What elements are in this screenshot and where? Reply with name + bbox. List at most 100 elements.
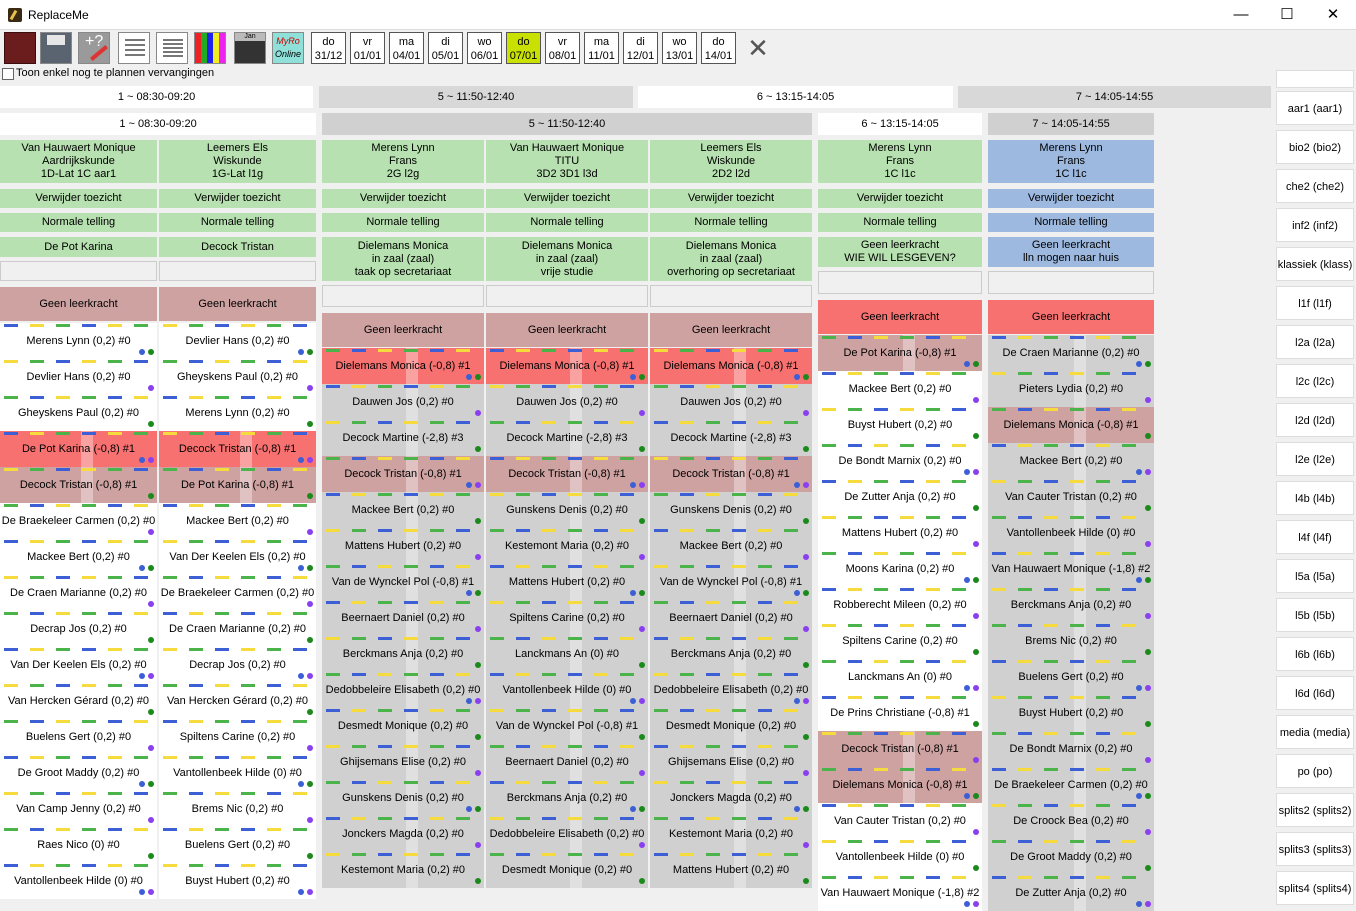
candidate-teacher[interactable]: Van Hercken Gérard (0,2) #0 xyxy=(0,683,157,719)
candidate-teacher[interactable]: Pieters Lydia (0,2) #0 xyxy=(988,371,1154,407)
no-teacher-option[interactable]: Geen leerkracht xyxy=(159,287,316,321)
candidate-teacher[interactable]: Gunskens Denis (0,2) #0 xyxy=(486,492,648,528)
remove-supervision-button[interactable]: Verwijder toezicht xyxy=(818,189,982,208)
candidate-teacher[interactable]: Decock Tristan (-0,8) #1 xyxy=(650,456,812,492)
calendar-icon[interactable]: Jan xyxy=(234,32,266,64)
candidate-teacher[interactable]: Mackee Bert (0,2) #0 xyxy=(322,492,484,528)
filter-checkbox[interactable] xyxy=(2,68,14,80)
no-teacher-option[interactable]: Geen leerkracht xyxy=(322,313,484,347)
lesson-info[interactable]: Merens Lynn Frans 1C l1c xyxy=(818,140,982,183)
day-button[interactable]: do 14/01 xyxy=(701,32,736,64)
candidate-teacher[interactable]: Kestemont Maria (0,2) #0 xyxy=(486,528,648,564)
class-button[interactable]: l2c (l2c) xyxy=(1276,364,1354,398)
candidate-teacher[interactable]: Vantollenbeek Hilde (0) #0 xyxy=(486,672,648,708)
day-button[interactable]: wo 13/01 xyxy=(662,32,697,64)
candidate-teacher[interactable]: De Zutter Anja (0,2) #0 xyxy=(818,479,982,515)
replacement-info[interactable]: Geen leerkracht lln mogen naar huis xyxy=(988,237,1154,267)
candidate-teacher[interactable]: Dauwen Jos (0,2) #0 xyxy=(650,384,812,420)
remove-supervision-button[interactable]: Verwijder toezicht xyxy=(159,189,316,208)
candidate-teacher[interactable]: Buelens Gert (0,2) #0 xyxy=(988,659,1154,695)
minimize-button[interactable]: — xyxy=(1218,0,1264,30)
class-button[interactable]: l5a (l5a) xyxy=(1276,559,1354,593)
candidate-teacher[interactable]: Mattens Hubert (0,2) #0 xyxy=(650,852,812,888)
candidate-teacher[interactable]: De Craen Marianne (0,2) #0 xyxy=(159,611,316,647)
candidate-teacher[interactable]: De Pot Karina (-0,8) #1 xyxy=(159,467,316,503)
candidate-teacher[interactable]: Vantollenbeek Hilde (0) #0 xyxy=(159,755,316,791)
class-button[interactable]: aar1 (aar1) xyxy=(1276,91,1354,125)
no-teacher-option[interactable]: Geen leerkracht xyxy=(818,300,982,334)
class-button[interactable]: l5b (l5b) xyxy=(1276,598,1354,632)
day-button[interactable]: do 31/12 xyxy=(311,32,346,64)
candidate-teacher[interactable]: De Bondt Marnix (0,2) #0 xyxy=(818,443,982,479)
candidate-teacher[interactable]: Dielemans Monica (-0,8) #1 xyxy=(322,348,484,384)
candidate-teacher[interactable]: Mattens Hubert (0,2) #0 xyxy=(322,528,484,564)
remove-supervision-button[interactable]: Verwijder toezicht xyxy=(650,189,812,208)
count-mode-button[interactable]: Normale telling xyxy=(159,213,316,232)
candidate-teacher[interactable]: Beernaert Daniel (0,2) #0 xyxy=(486,744,648,780)
candidate-teacher[interactable]: Desmedt Monique (0,2) #0 xyxy=(486,852,648,888)
candidate-teacher[interactable]: Mackee Bert (0,2) #0 xyxy=(0,539,157,575)
class-button[interactable]: splits2 (splits2) xyxy=(1276,793,1354,827)
candidate-teacher[interactable]: Merens Lynn (0,2) #0 xyxy=(159,395,316,431)
replacement-info[interactable]: Dielemans Monica in zaal (zaal) taak op se… xyxy=(322,237,484,281)
myro-online-button[interactable]: MyRo Online xyxy=(272,32,304,64)
candidate-teacher[interactable]: Spiltens Carine (0,2) #0 xyxy=(818,623,982,659)
candidate-teacher[interactable]: Mattens Hubert (0,2) #0 xyxy=(486,564,648,600)
no-teacher-option[interactable]: Geen leerkracht xyxy=(988,300,1154,334)
edit-question-icon[interactable]: +? xyxy=(78,32,110,64)
candidate-teacher[interactable]: Berckmans Anja (0,2) #0 xyxy=(650,636,812,672)
lesson-info[interactable]: Van Hauwaert Monique TITU 3D2 3D1 l3d xyxy=(486,140,648,183)
candidate-teacher[interactable]: Van Cauter Tristan (0,2) #0 xyxy=(988,479,1154,515)
no-teacher-option[interactable]: Geen leerkracht xyxy=(650,313,812,347)
note-field[interactable] xyxy=(988,271,1154,294)
candidate-teacher[interactable]: De Braekeleer Carmen (0,2) #0 xyxy=(0,503,157,539)
candidate-teacher[interactable]: Decrap Jos (0,2) #0 xyxy=(159,647,316,683)
day-button[interactable]: di 12/01 xyxy=(623,32,658,64)
candidate-teacher[interactable]: Jonckers Magda (0,2) #0 xyxy=(650,780,812,816)
class-button[interactable]: l2e (l2e) xyxy=(1276,442,1354,476)
note-field[interactable] xyxy=(0,261,157,281)
candidate-teacher[interactable]: Decock Tristan (-0,8) #1 xyxy=(322,456,484,492)
no-teacher-option[interactable]: Geen leerkracht xyxy=(0,287,157,321)
candidate-teacher[interactable]: Dielemans Monica (-0,8) #1 xyxy=(818,767,982,803)
remove-supervision-button[interactable]: Verwijder toezicht xyxy=(322,189,484,208)
candidate-teacher[interactable]: Spiltens Carine (0,2) #0 xyxy=(486,600,648,636)
class-button[interactable]: media (media) xyxy=(1276,715,1354,749)
day-button[interactable]: ma 04/01 xyxy=(389,32,424,64)
candidate-teacher[interactable]: Beernaert Daniel (0,2) #0 xyxy=(322,600,484,636)
top-header-7[interactable]: 7 ~ 14:05-14:55 xyxy=(958,86,1271,108)
day-button[interactable]: vr 01/01 xyxy=(350,32,385,64)
lesson-info[interactable]: Merens Lynn Frans 1C l1c xyxy=(988,140,1154,183)
candidate-teacher[interactable]: Berckmans Anja (0,2) #0 xyxy=(988,587,1154,623)
candidate-teacher[interactable]: De Pot Karina (-0,8) #1 xyxy=(818,335,982,371)
lesson-info[interactable]: Merens Lynn Frans 2G l2g xyxy=(322,140,484,183)
candidate-teacher[interactable]: Buelens Gert (0,2) #0 xyxy=(159,827,316,863)
candidate-teacher[interactable]: Van Camp Jenny (0,2) #0 xyxy=(0,791,157,827)
remove-supervision-button[interactable]: Verwijder toezicht xyxy=(486,189,648,208)
note-field[interactable] xyxy=(486,285,648,307)
candidate-teacher[interactable]: Dauwen Jos (0,2) #0 xyxy=(322,384,484,420)
note-field[interactable] xyxy=(322,285,484,307)
candidate-teacher[interactable]: Brems Nic (0,2) #0 xyxy=(988,623,1154,659)
remove-supervision-button[interactable]: Verwijder toezicht xyxy=(0,189,157,208)
replacement-info[interactable]: Geen leerkracht WIE WIL LESGEVEN? xyxy=(818,237,982,267)
top-header-6[interactable]: 6 ~ 13:15-14:05 xyxy=(638,86,953,108)
candidate-teacher[interactable]: Gheyskens Paul (0,2) #0 xyxy=(0,395,157,431)
class-button[interactable]: l4f (l4f) xyxy=(1276,520,1354,554)
note-field[interactable] xyxy=(818,271,982,294)
candidate-teacher[interactable]: Buelens Gert (0,2) #0 xyxy=(0,719,157,755)
candidate-teacher[interactable]: Mackee Bert (0,2) #0 xyxy=(988,443,1154,479)
top-header-5[interactable]: 5 ~ 11:50-12:40 xyxy=(319,86,633,108)
replacement-info[interactable]: Dielemans Monica in zaal (zaal) vrije stud… xyxy=(486,237,648,281)
candidate-teacher[interactable]: Merens Lynn (0,2) #0 xyxy=(0,323,157,359)
candidate-teacher[interactable]: Vantollenbeek Hilde (0) #0 xyxy=(988,515,1154,551)
candidate-teacher[interactable]: Desmedt Monique (0,2) #0 xyxy=(650,708,812,744)
class-button[interactable]: l6d (l6d) xyxy=(1276,676,1354,710)
candidate-teacher[interactable]: Kestemont Maria (0,2) #0 xyxy=(322,852,484,888)
candidate-teacher[interactable]: Beernaert Daniel (0,2) #0 xyxy=(650,600,812,636)
day-button[interactable]: di 05/01 xyxy=(428,32,463,64)
color-grid-icon[interactable] xyxy=(194,32,226,64)
candidate-teacher[interactable]: Ghijsemans Elise (0,2) #0 xyxy=(322,744,484,780)
candidate-teacher[interactable]: Moons Karina (0,2) #0 xyxy=(818,551,982,587)
candidate-teacher[interactable]: Mackee Bert (0,2) #0 xyxy=(159,503,316,539)
